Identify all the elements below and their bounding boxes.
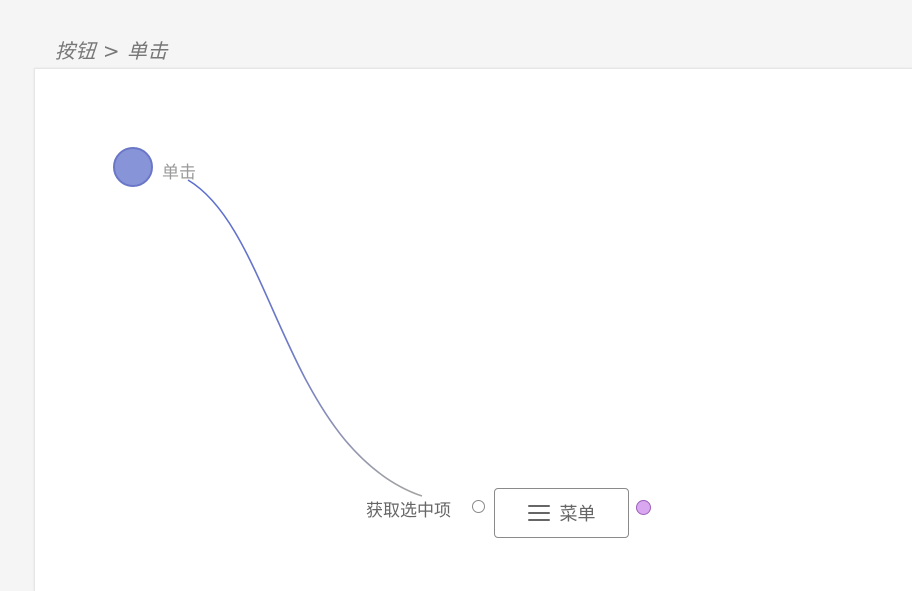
get-selected-port-label: 获取选中项 bbox=[366, 501, 451, 521]
breadcrumb: 按钮 > 单击 bbox=[55, 39, 168, 63]
click-event-label: 单击 bbox=[162, 163, 196, 183]
input-port[interactable] bbox=[472, 500, 485, 513]
menu-node[interactable]: 菜单 bbox=[494, 488, 629, 538]
menu-icon bbox=[527, 505, 550, 521]
menu-node-label: 菜单 bbox=[559, 504, 596, 525]
flow-canvas[interactable] bbox=[34, 68, 912, 591]
click-event-node[interactable] bbox=[113, 147, 153, 187]
output-port[interactable] bbox=[636, 500, 651, 515]
